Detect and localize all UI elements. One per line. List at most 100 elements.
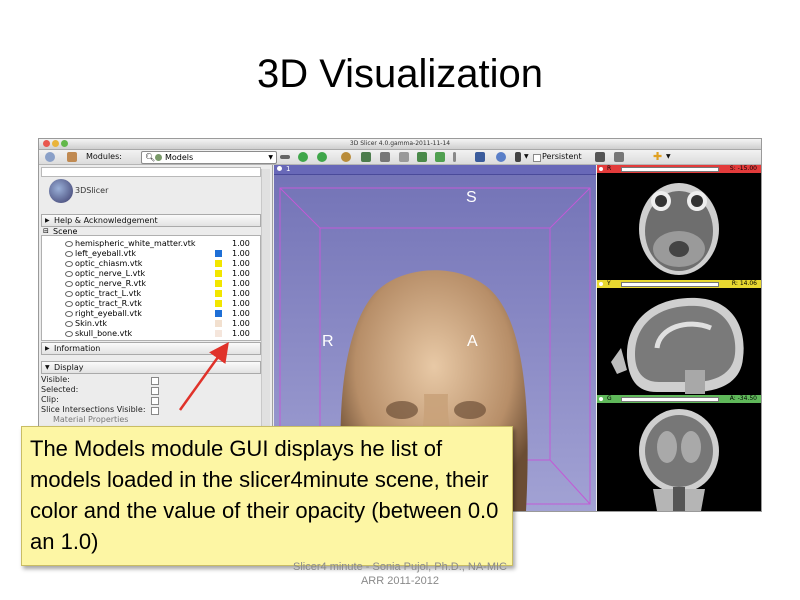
- red-slice-offset: S: -15.00: [729, 165, 757, 172]
- layout-icon[interactable]: [475, 152, 485, 162]
- chevron-right-icon: ▶: [45, 217, 50, 224]
- yellow-slice-bar[interactable]: Y R: 14.06: [597, 280, 761, 288]
- green-slice-bar[interactable]: G A: -34.50: [597, 395, 761, 403]
- model-row[interactable]: optic_nerve_R.vtk 1.00: [42, 279, 260, 288]
- visibility-eye-icon[interactable]: [65, 301, 73, 307]
- axial-slice-view[interactable]: [597, 173, 761, 279]
- model-color-swatch[interactable]: [215, 250, 222, 257]
- selected-checkbox[interactable]: [151, 387, 159, 395]
- green-slice-name: G: [607, 395, 612, 402]
- pen-icon[interactable]: [453, 152, 456, 162]
- model-color-swatch[interactable]: [215, 300, 222, 307]
- model-opacity[interactable]: 1.00: [232, 309, 250, 318]
- module-selector[interactable]: 🔍︎ Models ▼: [141, 151, 277, 164]
- yellow-slice-name: Y: [607, 280, 611, 287]
- model-row[interactable]: left_eyeball.vtk 1.00: [42, 249, 260, 258]
- scene-model-tree[interactable]: hemispheric_white_matter.vtk 1.00 left_eye…: [41, 235, 261, 341]
- model-opacity[interactable]: 1.00: [232, 249, 250, 258]
- model-opacity[interactable]: 1.00: [232, 279, 250, 288]
- visibility-eye-icon[interactable]: [65, 271, 73, 277]
- visibility-eye-icon[interactable]: [65, 291, 73, 297]
- volumes-module-icon[interactable]: [361, 152, 371, 162]
- models-toolbar-icon[interactable]: [380, 152, 390, 162]
- load-data-icon[interactable]: [45, 152, 55, 162]
- model-row[interactable]: skull_bone.vtk 1.00: [42, 329, 260, 338]
- model-row[interactable]: optic_nerve_L.vtk 1.00: [42, 269, 260, 278]
- save-icon[interactable]: [67, 152, 77, 162]
- help-section-header[interactable]: ▶ Help & Acknowledgement: [41, 214, 261, 227]
- place-fiducial-icon[interactable]: [515, 152, 521, 162]
- model-row[interactable]: Skin.vtk 1.00: [42, 319, 260, 328]
- model-row[interactable]: optic_tract_R.vtk 1.00: [42, 299, 260, 308]
- scene-view-icon[interactable]: [614, 152, 624, 162]
- visibility-eye-icon[interactable]: [65, 331, 73, 337]
- forward-arrow-icon[interactable]: [317, 152, 327, 162]
- screenshot-icon[interactable]: [595, 152, 605, 162]
- slice-intersections-checkbox[interactable]: [151, 407, 159, 415]
- model-color-swatch[interactable]: [215, 270, 222, 277]
- information-section-header[interactable]: ▶ Information: [41, 342, 261, 355]
- visibility-eye-icon[interactable]: [65, 261, 73, 267]
- slice-intersections-label: Slice Intersections Visible:: [41, 405, 146, 414]
- visible-label: Visible:: [41, 375, 70, 384]
- visibility-eye-icon[interactable]: [65, 321, 73, 327]
- visibility-eye-icon[interactable]: [65, 281, 73, 287]
- model-name: optic_chiasm.vtk: [75, 259, 143, 268]
- orientation-superior-label: S: [466, 189, 477, 206]
- model-opacity[interactable]: 1.00: [232, 259, 250, 268]
- display-section-header[interactable]: ▼ Display: [41, 361, 261, 374]
- data-module-icon[interactable]: [341, 152, 351, 162]
- visibility-eye-icon[interactable]: [65, 241, 73, 247]
- model-color-swatch[interactable]: [215, 310, 222, 317]
- visibility-eye-icon[interactable]: [65, 251, 73, 257]
- model-color-swatch[interactable]: [215, 330, 222, 337]
- visibility-eye-icon[interactable]: [65, 311, 73, 317]
- clip-label: Clip:: [41, 395, 59, 404]
- clip-checkbox[interactable]: [151, 397, 159, 405]
- model-row[interactable]: right_eyeball.vtk 1.00: [42, 309, 260, 318]
- red-slice-slider[interactable]: [621, 167, 719, 172]
- pin-icon[interactable]: [599, 167, 603, 171]
- pin-icon[interactable]: [277, 166, 282, 171]
- pin-icon[interactable]: [599, 282, 603, 286]
- panel-search-bar[interactable]: [41, 167, 261, 177]
- chevron-down-icon[interactable]: ▼: [524, 150, 529, 164]
- model-opacity[interactable]: 1.00: [232, 299, 250, 308]
- red-slice-bar[interactable]: R S: -15.00: [597, 165, 761, 173]
- slicer-logo-text: 3DSlicer: [75, 186, 109, 195]
- model-color-swatch[interactable]: [215, 320, 222, 327]
- history-icon[interactable]: [280, 155, 290, 159]
- back-arrow-icon[interactable]: [298, 152, 308, 162]
- coronal-slice-view[interactable]: [597, 403, 761, 511]
- model-opacity[interactable]: 1.00: [232, 319, 250, 328]
- editor-icon[interactable]: [417, 152, 427, 162]
- model-opacity[interactable]: 1.00: [232, 289, 250, 298]
- model-color-swatch[interactable]: [215, 290, 222, 297]
- slide-title: 3D Visualization: [256, 52, 544, 96]
- model-row[interactable]: hemispheric_white_matter.vtk 1.00: [42, 239, 260, 248]
- information-section-label: Information: [54, 344, 101, 353]
- chevron-down-icon[interactable]: ▼: [666, 150, 671, 164]
- yellow-slice-slider[interactable]: [621, 282, 719, 287]
- model-row[interactable]: optic_chiasm.vtk 1.00: [42, 259, 260, 268]
- crosshair-icon[interactable]: ✚: [653, 151, 663, 162]
- model-opacity[interactable]: 1.00: [232, 329, 250, 338]
- transforms-icon[interactable]: [399, 152, 409, 162]
- model-color-swatch[interactable]: [215, 260, 222, 267]
- model-color-swatch[interactable]: [215, 240, 222, 247]
- green-slice-slider[interactable]: [621, 397, 719, 402]
- mouse-mode-icon[interactable]: [496, 152, 506, 162]
- pin-icon[interactable]: [599, 397, 603, 401]
- module-selected-label: Models: [165, 153, 194, 162]
- model-row[interactable]: optic_tract_L.vtk 1.00: [42, 289, 260, 298]
- sagittal-slice-view[interactable]: [597, 288, 761, 394]
- search-icon: 🔍︎: [145, 153, 156, 162]
- material-properties-label[interactable]: Material Properties: [53, 415, 128, 425]
- model-opacity[interactable]: 1.00: [232, 269, 250, 278]
- model-opacity[interactable]: 1.00: [232, 239, 250, 248]
- persistent-checkbox[interactable]: [533, 154, 541, 162]
- model-name: right_eyeball.vtk: [75, 309, 142, 318]
- annotation-icon[interactable]: [435, 152, 445, 162]
- model-color-swatch[interactable]: [215, 280, 222, 287]
- visible-checkbox[interactable]: [151, 377, 159, 385]
